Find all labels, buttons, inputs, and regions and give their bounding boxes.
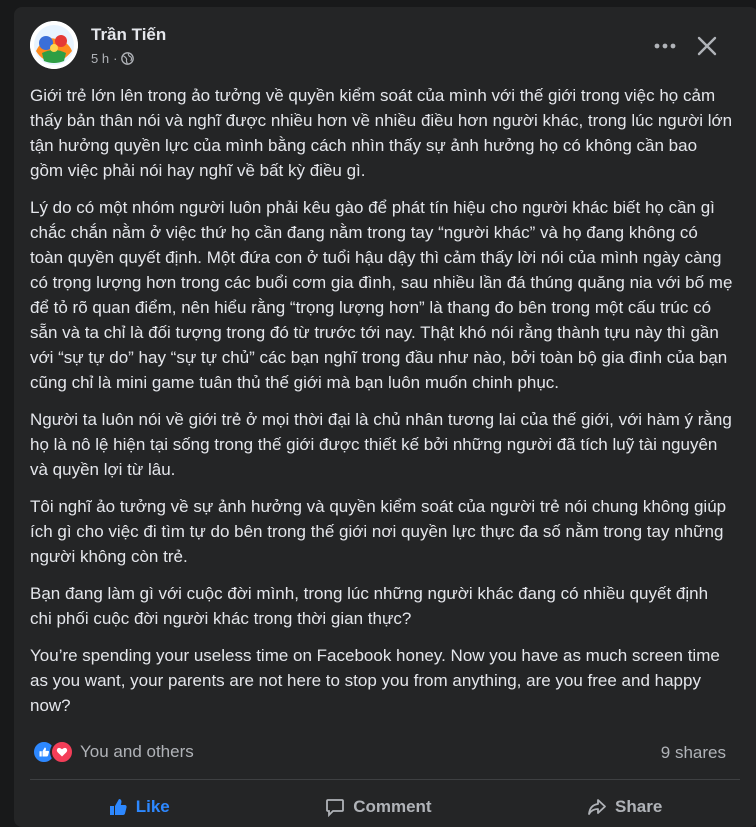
- post-paragraph: Lý do có một nhóm người luôn phải kêu gà…: [30, 198, 733, 392]
- share-button[interactable]: Share: [587, 787, 662, 827]
- post-header: Trần Tiến 5 h ·: [30, 21, 730, 73]
- action-bar: Like Comment Share: [30, 787, 740, 827]
- comment-button[interactable]: Comment: [325, 787, 432, 827]
- meta-separator: ·: [113, 51, 118, 66]
- close-icon: [697, 36, 717, 56]
- divider: [30, 779, 740, 780]
- more-options-button[interactable]: [648, 29, 682, 63]
- close-button[interactable]: [690, 29, 724, 63]
- like-label: Like: [135, 797, 170, 816]
- post-time[interactable]: 5 h: [91, 51, 109, 66]
- post-paragraph: Tôi nghĩ ảo tưởng về sự ảnh hưởng và quy…: [30, 497, 727, 566]
- avatar[interactable]: [30, 21, 78, 69]
- more-icon: [654, 43, 676, 49]
- comment-label: Comment: [353, 797, 432, 816]
- post-card: Trần Tiến 5 h · Giới trẻ lớn lên trong ả…: [14, 7, 756, 827]
- share-icon: [588, 799, 606, 815]
- like-icon: [109, 799, 127, 815]
- like-button[interactable]: Like: [108, 787, 170, 827]
- author-name[interactable]: Trần Tiến: [91, 25, 166, 45]
- love-reaction-icon: [50, 740, 74, 764]
- share-label: Share: [615, 797, 663, 816]
- shares-count[interactable]: 9 shares: [661, 743, 726, 763]
- post-paragraph: Người ta luôn nói về giới trẻ ở mọi thời…: [30, 410, 732, 479]
- post-paragraph: Bạn đang làm gì với cuộc đời mình, trong…: [30, 584, 709, 628]
- post-body: Giới trẻ lớn lên trong ảo tưởng về quyền…: [30, 83, 734, 730]
- comment-icon: [326, 799, 345, 817]
- reactions-summary[interactable]: You and others: [32, 740, 194, 764]
- reactions-text[interactable]: You and others: [80, 742, 194, 762]
- post-paragraph: You’re spending your useless time on Fac…: [30, 646, 720, 715]
- post-paragraph: Giới trẻ lớn lên trong ảo tưởng về quyền…: [30, 86, 733, 180]
- globe-icon: [121, 52, 135, 65]
- post-meta: 5 h ·: [91, 51, 135, 66]
